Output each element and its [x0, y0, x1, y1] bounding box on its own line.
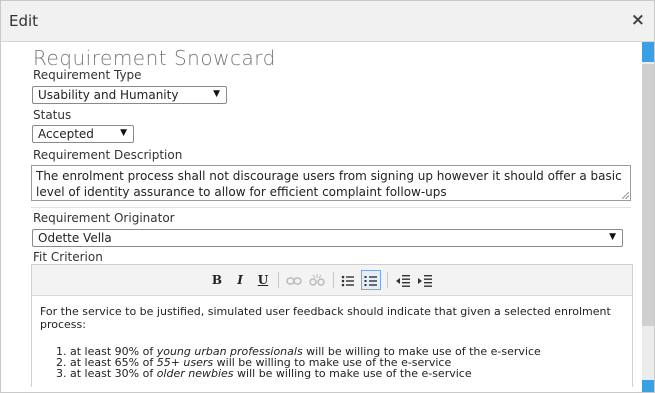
close-icon[interactable]: × [631, 12, 645, 29]
requirement-type-select[interactable]: Usability and Humanity ▼ [32, 86, 227, 104]
list-item-number: 3. [56, 367, 67, 380]
underline-button[interactable]: U [256, 271, 270, 289]
divider [31, 207, 631, 208]
requirement-originator-select[interactable]: Odette Vella ▼ [32, 229, 623, 247]
fit-criterion-label: Fit Criterion [33, 250, 103, 264]
vertical-scrollbar[interactable] [642, 42, 654, 392]
requirement-description-text: The enrolment process shall not discoura… [36, 169, 622, 199]
list-item-text: at least 30% of [70, 367, 157, 380]
requirement-description-label: Requirement Description [33, 148, 183, 162]
dialog-title: Edit [9, 12, 39, 30]
scrollbar-thumb[interactable] [642, 64, 654, 326]
dialog-content: Requirement Snowcard Requirement Type Us… [23, 42, 639, 387]
requirement-type-label: Requirement Type [33, 68, 142, 82]
indent-icon[interactable] [416, 271, 434, 289]
scrollbar-accent-top [642, 42, 654, 62]
resize-grip-icon[interactable] [622, 192, 629, 199]
dialog-titlebar: Edit × [1, 1, 654, 42]
dropdown-arrow-icon: ▼ [120, 128, 127, 138]
status-value: Accepted [38, 127, 94, 141]
numbered-list-icon[interactable] [361, 270, 381, 290]
requirement-originator-value: Odette Vella [38, 231, 112, 245]
fit-criterion-intro: For the service to be justified, simulat… [40, 305, 611, 331]
requirement-originator-label: Requirement Originator [33, 211, 175, 225]
bulleted-list-icon[interactable] [339, 271, 357, 289]
list-item-emphasis: older newbies [156, 367, 234, 380]
toolbar-separator [278, 272, 279, 288]
list-item-text: will be willing to make use of the e-ser… [233, 367, 472, 380]
dropdown-arrow-icon: ▼ [213, 89, 220, 99]
editor-toolbar: B I U [32, 265, 632, 296]
toolbar-separator [387, 272, 388, 288]
requirement-type-value: Usability and Humanity [38, 88, 179, 102]
form-heading: Requirement Snowcard [33, 46, 276, 70]
link-icon[interactable] [285, 271, 303, 289]
fit-criterion-list: 1. at least 90% of young urban professio… [56, 346, 541, 379]
italic-button[interactable]: I [233, 271, 247, 289]
status-label: Status [33, 108, 72, 122]
fit-criterion-editor: B I U For the service to be justified, s… [31, 264, 633, 387]
status-select[interactable]: Accepted ▼ [32, 125, 134, 143]
list-item: 3. at least 30% of older newbies will be… [56, 368, 541, 379]
unlink-icon[interactable] [308, 271, 326, 289]
dropdown-arrow-icon: ▼ [609, 232, 616, 242]
edit-dialog: Edit × Requirement Snowcard Requirement … [0, 0, 655, 393]
requirement-description-textarea[interactable]: The enrolment process shall not discoura… [31, 165, 631, 201]
scrollbar-accent-bottom [642, 380, 654, 392]
bold-button[interactable]: B [210, 271, 224, 289]
outdent-icon[interactable] [394, 271, 412, 289]
toolbar-separator [333, 272, 334, 288]
